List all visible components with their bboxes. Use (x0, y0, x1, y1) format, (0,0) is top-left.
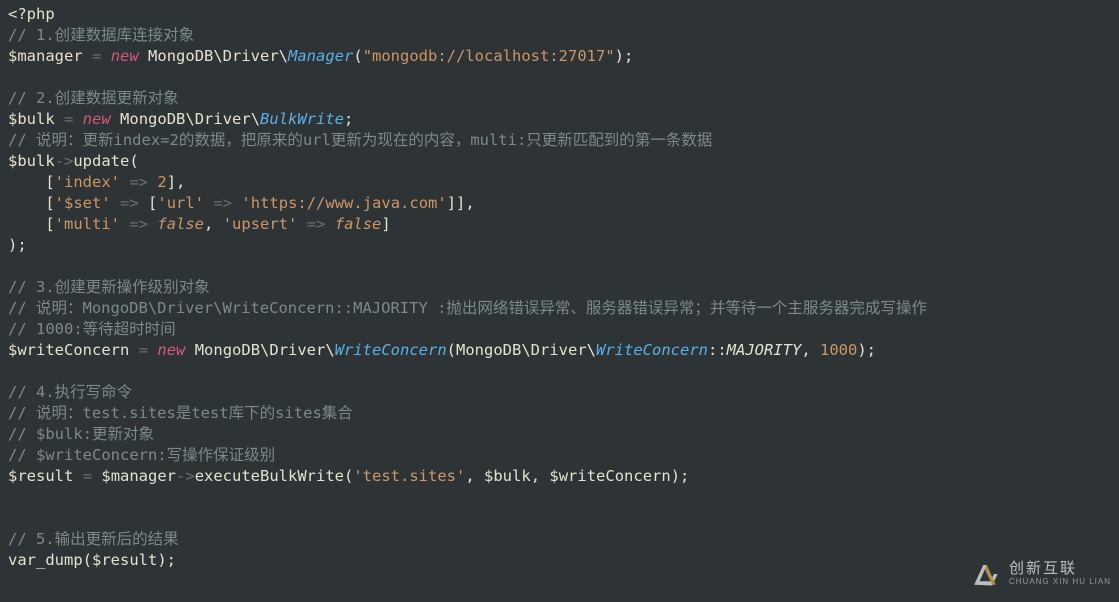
var: $writeConcern (549, 467, 670, 485)
php-open: <?php (8, 5, 55, 23)
string: "mongodb://localhost:27017" (363, 47, 615, 65)
comment: // $bulk:更新对象 (8, 425, 154, 443)
keyword-new: new (157, 341, 185, 359)
comment: // 4.执行写命令 (8, 383, 132, 401)
var: $manager (101, 467, 176, 485)
key: '$set' (55, 194, 111, 212)
comment: // $writeConcern:写操作保证级别 (8, 446, 275, 464)
key: 'multi' (55, 215, 120, 233)
number: 2 (157, 173, 166, 191)
comment: // 说明：MongoDB\Driver\WriteConcern::MAJOR… (8, 299, 927, 317)
string: 'test.sites' (353, 467, 465, 485)
comment: // 2.创建数据更新对象 (8, 89, 179, 107)
var: $result (92, 551, 157, 569)
keyword-new: new (111, 47, 139, 65)
namespace: MongoDB\Driver\ (195, 341, 335, 359)
namespace: MongoDB\Driver\ (148, 47, 288, 65)
namespace: MongoDB\Driver\ (456, 341, 596, 359)
class-name: WriteConcern (335, 341, 447, 359)
var: $bulk (8, 152, 55, 170)
comment: // 1000:等待超时时间 (8, 320, 176, 338)
method: executeBulkWrite (195, 467, 344, 485)
class-name: BulkWrite (260, 110, 344, 128)
var: $result (8, 467, 73, 485)
number: 1000 (820, 341, 857, 359)
constant: MAJORITY (727, 341, 802, 359)
logo-icon (967, 556, 1003, 592)
method: update (73, 152, 129, 170)
var: $bulk (484, 467, 531, 485)
comment: // 说明：更新index=2的数据，把原来的url更新为现在的内容，multi… (8, 131, 712, 149)
class-name: Manager (288, 47, 353, 65)
code-block: <?php // 1.创建数据库连接对象 $manager = new Mong… (8, 4, 1119, 571)
class-name: WriteConcern (596, 341, 708, 359)
comment: // 5.输出更新后的结果 (8, 530, 179, 548)
function: var_dump (8, 551, 83, 569)
key: 'index' (55, 173, 120, 191)
var: $manager (8, 47, 83, 65)
bool: false (157, 215, 204, 233)
comment: // 说明：test.sites是test库下的sites集合 (8, 404, 353, 422)
key: 'upsert' (223, 215, 298, 233)
keyword-new: new (83, 110, 111, 128)
watermark-cn: 创新互联 (1009, 561, 1111, 578)
watermark-en: CHUANG XIN HU LIAN (1009, 578, 1111, 587)
string: 'https://www.java.com' (241, 194, 446, 212)
var: $writeConcern (8, 341, 129, 359)
comment: // 3.创建更新操作级别对象 (8, 278, 210, 296)
namespace: MongoDB\Driver\ (120, 110, 260, 128)
bool: false (335, 215, 382, 233)
comment: // 1.创建数据库连接对象 (8, 26, 194, 44)
watermark: 创新互联 CHUANG XIN HU LIAN (967, 556, 1111, 592)
var: $bulk (8, 110, 55, 128)
key: 'url' (157, 194, 204, 212)
